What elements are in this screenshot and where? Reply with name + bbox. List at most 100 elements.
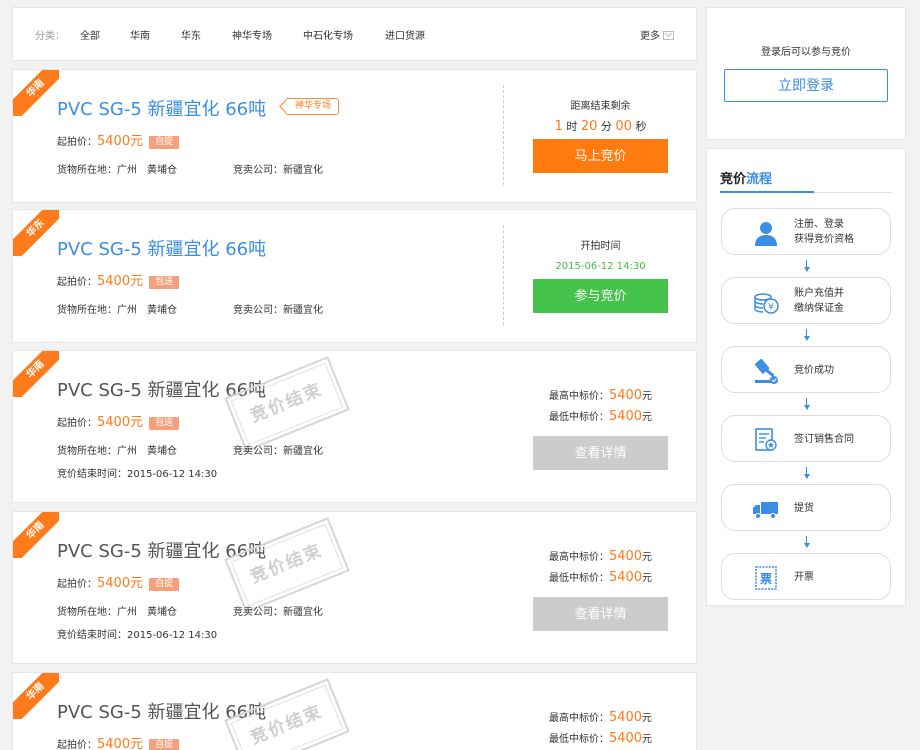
step-text: 竞价成功 [794,363,834,378]
goods-location: 货物所在地：广州 黄埔仓 [57,165,177,176]
start-time: 2015-06-12 14:30 [555,261,646,272]
flow-title-part2: 流程 [746,172,773,187]
flow-step-win: 竞价成功 [721,346,891,393]
start-price: 5400元 [97,737,144,750]
flow-arrow-icon [804,260,810,274]
flow-step-pickup: 提货 [721,484,891,531]
lowest-bid-label: 最低中标价： [548,573,609,584]
minutes-unit: 分 [600,120,612,133]
more-label: 更多 [640,31,660,42]
seller-company: 竞卖公司：新疆宜化 [233,305,323,316]
flow-step-deposit: ¥ 账户充值并 缴纳保证金 [721,277,891,324]
price-label: 起拍价： [57,277,97,288]
price-label: 起拍价： [57,740,97,750]
result-area: 最高中标价：5400元 最低中标价：5400元 [533,709,668,746]
price-unit: 元 [642,734,653,745]
price-unit: 元 [642,391,653,402]
highest-bid-label: 最高中标价： [548,391,609,402]
category-item-sinopec[interactable]: 中石化专场 [303,27,353,42]
step-line1: 签订销售合同 [794,434,854,445]
seller-company: 竞卖公司：新疆宜化 [233,446,323,457]
auction-ended-stamp: 竞价结束 [224,356,350,452]
highest-bid-value: 5400 [608,549,643,564]
price-unit: 元 [642,412,653,423]
start-price: 5400元 [97,134,144,149]
flow-arrow-icon [804,536,810,550]
auction-title[interactable]: PVC SG-5 新疆宜化 66吨 [57,95,266,121]
delivery-tag: 自提 [149,739,180,750]
auction-end-time: 竞价结束时间：2015-06-12 14:30 [57,469,218,480]
flow-title: 竞价流程 [720,168,772,187]
countdown-label: 距离结束剩余 [570,101,631,112]
bid-now-button[interactable]: 马上竞价 [533,139,668,173]
step-text: 提货 [794,501,814,516]
flow-title-part1: 竞价 [720,172,747,187]
flow-step-contract: 签订销售合同 [721,415,891,462]
category-item-all[interactable]: 全部 [80,27,100,42]
highest-bid: 最高中标价：5400元 [533,709,668,725]
countdown-minutes: 20 [580,119,598,134]
flow-step-register: 注册、登录 获得竞价资格 [721,208,891,255]
lowest-bid: 最低中标价：5400元 [533,569,668,585]
start-time-label: 开拍时间 [580,241,621,252]
auction-card: 华南 PVC SG-5 新疆宜化 66吨 竞价结束 起拍价：5400元 自提 货物… [12,511,697,664]
region-label: 华南 [13,673,59,719]
lowest-bid: 最低中标价：5400元 [533,730,668,746]
auction-card: 华东 PVC SG-5 新疆宜化 66吨 起拍价：5400元 包送 货物所在地：广… [12,209,697,343]
category-item-shenhua[interactable]: 神华专场 [232,27,272,42]
login-hint: 登录后可以参与竞价 [761,47,851,58]
category-item-import[interactable]: 进口货源 [385,27,425,42]
delivery-tag: 自提 [149,136,180,149]
flow-arrow-icon [804,329,810,343]
goods-location: 货物所在地：广州 黄埔仓 [57,305,177,316]
region-label: 华南 [13,70,59,116]
region-ribbon: 华南 [13,70,59,116]
view-details-button[interactable]: 查看详情 [533,436,668,470]
coins-icon: ¥ [754,293,779,314]
price-unit: 元 [642,713,653,724]
flow-arrow-icon [804,398,810,412]
lowest-bid-value: 5400 [608,731,643,746]
price-label: 起拍价： [57,418,97,429]
join-bid-button[interactable]: 参与竞价 [533,279,668,313]
countdown-area: 距离结束剩余 1 时 20 分 00 秒 马上竞价 [533,97,668,173]
step-text: 账户充值并 缴纳保证金 [794,286,844,316]
lowest-bid-label: 最低中标价： [548,734,609,745]
region-ribbon: 华南 [13,351,59,397]
category-item-east-china[interactable]: 华东 [181,27,201,42]
step-text: 签订销售合同 [794,432,854,447]
region-label: 华南 [13,512,59,558]
seller-company: 竞卖公司：新疆宜化 [233,607,323,618]
price-label: 起拍价： [57,579,97,590]
price-row: 起拍价：5400元 包送 [57,411,180,430]
price-unit: 元 [642,552,653,563]
auction-title[interactable]: PVC SG-5 新疆宜化 66吨 [57,235,266,261]
highest-bid-label: 最高中标价： [548,713,609,724]
delivery-tag: 自提 [149,578,180,591]
auction-card: 华南 PVC SG-5 新疆宜化 66吨 竞价结束 起拍价：5400元 包送 货物… [12,350,697,503]
step-line1: 竞价成功 [794,365,834,376]
result-area: 最高中标价：5400元 最低中标价：5400元 查看详情 [533,387,668,470]
region-ribbon: 华南 [13,673,59,719]
region-ribbon: 华南 [13,512,59,558]
highest-bid-label: 最高中标价： [548,552,609,563]
login-panel: 登录后可以参与竞价 立即登录 [706,7,906,140]
chevron-down-icon [663,31,674,40]
category-item-south-china[interactable]: 华南 [130,27,150,42]
result-area: 最高中标价：5400元 最低中标价：5400元 查看详情 [533,548,668,631]
start-price: 5400元 [97,576,144,591]
bidding-flow-panel: 竞价流程 注册、登录 获得竞价资格 ¥ 账户充值并 缴纳保证金 竞价成功 签订销… [706,148,906,606]
delivery-tag: 包送 [149,417,180,430]
more-button[interactable]: 更多 [640,27,674,42]
delivery-tag: 包送 [149,276,180,289]
auction-card: 华南 PVC SG-5 新疆宜化 66吨 神华专场 起拍价：5400元 自提 货物… [12,69,697,203]
countdown-hours: 1 [554,119,563,134]
divider [503,225,504,325]
login-button[interactable]: 立即登录 [724,69,888,102]
divider [503,85,504,185]
countdown-seconds: 00 [615,119,632,134]
hours-unit: 时 [566,120,578,133]
view-details-button[interactable]: 查看详情 [533,597,668,631]
seconds-unit: 秒 [635,120,647,133]
step-line1: 开票 [794,572,814,583]
